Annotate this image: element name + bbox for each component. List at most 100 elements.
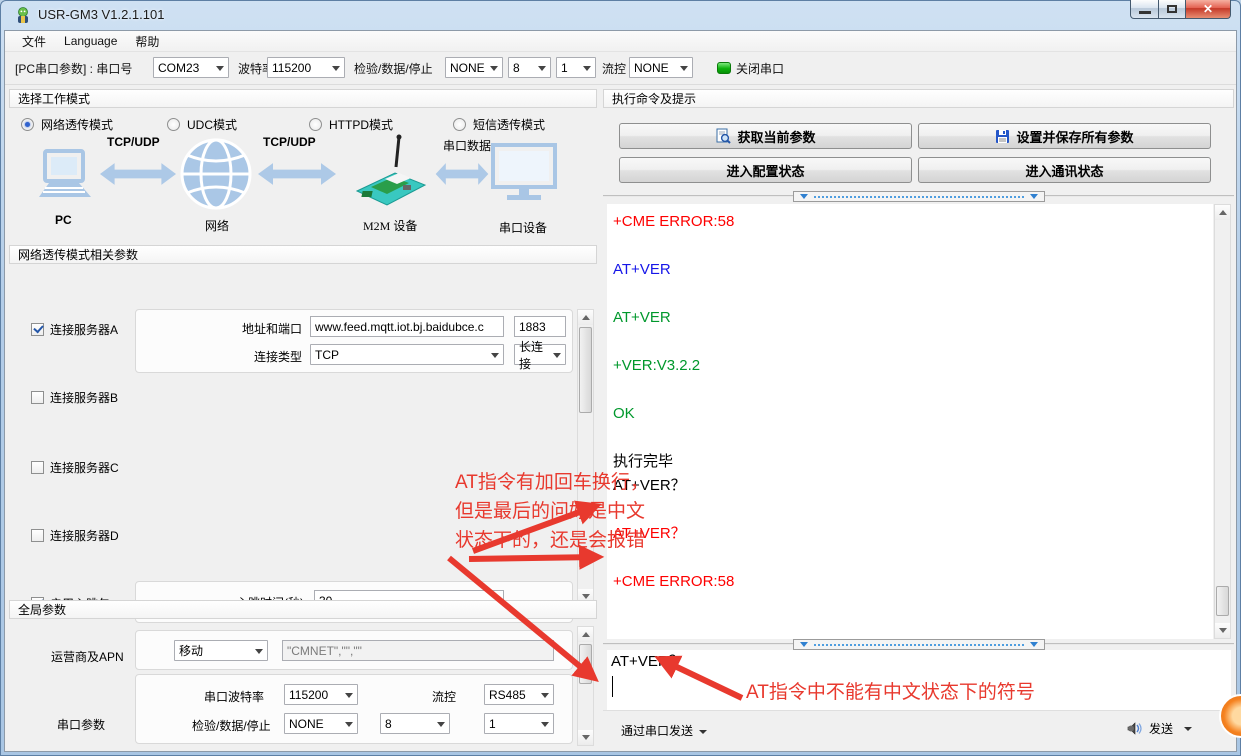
send-via-serial-dropdown[interactable]: 通过串口发送	[621, 722, 707, 739]
server-a-address-input[interactable]: www.feed.mqtt.iot.bj.baidubce.c	[310, 316, 504, 337]
chevron-down-icon	[538, 66, 546, 71]
addr-port-label: 地址和端口	[242, 320, 302, 337]
serial-flow-select[interactable]: RS485	[484, 684, 554, 705]
chevron-down-icon	[1184, 727, 1192, 731]
log-line: AT+VER	[607, 258, 1213, 282]
chevron-down-icon	[255, 649, 263, 654]
checkbox-icon	[31, 529, 44, 542]
log-line	[607, 282, 1213, 306]
radio-sms-mode[interactable]: 短信透传模式	[453, 116, 545, 133]
log-line: OK	[607, 402, 1213, 426]
serial-stopbits-select[interactable]: 1	[484, 713, 554, 734]
server-a-box: 地址和端口 www.feed.mqtt.iot.bj.baidubce.c 18…	[135, 309, 573, 373]
port-open-status-icon	[717, 62, 731, 74]
serial-flow-label: 流控	[432, 688, 456, 705]
serial-params-box: 串口波特率 115200 流控 RS485 检验/数据/停止 NONE 8 1	[135, 674, 573, 744]
arrow-pc-network-icon	[99, 161, 177, 187]
get-params-button[interactable]: 获取当前参数	[619, 123, 912, 149]
log-line	[607, 546, 1213, 570]
radio-udc-mode[interactable]: UDC模式	[167, 116, 237, 133]
checkbox-icon	[31, 391, 44, 404]
checkbox-server-b[interactable]: 连接服务器B	[31, 389, 118, 406]
checkbox-server-a[interactable]: 连接服务器A	[31, 321, 118, 338]
splitter-handle[interactable]	[793, 639, 1045, 650]
enter-comm-button[interactable]: 进入通讯状态	[918, 157, 1211, 183]
scroll-up-icon[interactable]	[578, 627, 593, 642]
serial-baud-select[interactable]: 115200	[284, 684, 358, 705]
serial-parity-label: 检验/数据/停止	[192, 717, 271, 734]
title-bar[interactable]: USR-GM3 V1.2.1.101 ✕	[0, 0, 1241, 30]
carrier-select[interactable]: 移动	[174, 640, 268, 661]
splitter-arrow-icon	[1030, 194, 1038, 199]
node-label-network: 网络	[205, 217, 229, 234]
baud-select[interactable]: 115200	[267, 57, 345, 78]
databits-select[interactable]: 8	[508, 57, 551, 78]
close-button[interactable]: ✕	[1186, 0, 1231, 19]
parity-select[interactable]: NONE	[445, 57, 503, 78]
log-scrollbar[interactable]	[1214, 204, 1231, 639]
arrow-m2m-serial-icon	[435, 161, 489, 187]
server-a-connmode-select[interactable]: 长连接	[514, 344, 566, 365]
scrollbar-thumb[interactable]	[579, 644, 592, 684]
server-a-type-select[interactable]: TCP	[310, 344, 504, 365]
close-port-button[interactable]: 关闭串口	[736, 60, 784, 78]
command-panel-header: 执行命令及提示	[603, 89, 1234, 108]
log-line: +CME ERROR:58	[607, 570, 1213, 594]
menu-help[interactable]: 帮助	[126, 31, 168, 52]
log-splitter[interactable]	[603, 193, 1234, 200]
log-output[interactable]: +CME ERROR:58 AT+VER AT+VER +VER:V3.2.2 …	[607, 204, 1213, 639]
send-button[interactable]: 发送	[1126, 720, 1192, 737]
net-params-scrollbar[interactable]	[577, 309, 594, 605]
chevron-down-icon	[216, 66, 224, 71]
apn-box: 移动 "CMNET","",""	[135, 630, 573, 670]
flow-select[interactable]: NONE	[629, 57, 693, 78]
scroll-up-icon[interactable]	[578, 310, 593, 325]
serial-parity-select[interactable]: NONE	[284, 713, 358, 734]
radio-net-transparent-mode[interactable]: 网络透传模式	[21, 116, 113, 133]
link-label-tcp-udp-1: TCP/UDP	[107, 135, 160, 149]
serial-databits-select[interactable]: 8	[380, 713, 450, 734]
log-line	[607, 330, 1213, 354]
com-port-select[interactable]: COM23	[153, 57, 229, 78]
stopbits-select[interactable]: 1	[556, 57, 596, 78]
save-params-button[interactable]: 设置并保存所有参数	[918, 123, 1211, 149]
chevron-down-icon	[490, 66, 498, 71]
checkbox-server-c[interactable]: 连接服务器C	[31, 459, 119, 476]
global-params-scrollbar[interactable]	[577, 626, 594, 746]
enter-config-button[interactable]: 进入配置状态	[619, 157, 912, 183]
scrollbar-thumb[interactable]	[1216, 586, 1229, 616]
minimize-button[interactable]	[1130, 0, 1159, 19]
global-params-header: 全局参数	[9, 600, 597, 619]
scroll-down-icon[interactable]	[1215, 623, 1230, 638]
log-line: AT+VER？	[607, 522, 1213, 546]
splitter-arrow-icon	[1030, 642, 1038, 647]
horn-icon	[1126, 721, 1144, 737]
server-a-port-input[interactable]: 1883	[514, 316, 566, 337]
text-cursor	[612, 676, 613, 697]
chevron-down-icon	[437, 722, 445, 727]
radio-httpd-mode[interactable]: HTTPD模式	[309, 116, 393, 133]
send-input-text: AT+VER？	[607, 650, 1231, 674]
link-label-tcp-udp-2: TCP/UDP	[263, 135, 316, 149]
work-mode-section: 选择工作模式 网络透传模式 UDC模式 HTTPD模式 短信透传模式 TCP/U…	[9, 89, 597, 241]
scrollbar-thumb[interactable]	[579, 327, 592, 413]
link-label-serial-data: 串口数据	[443, 137, 491, 154]
input-splitter[interactable]	[603, 641, 1234, 648]
menu-language[interactable]: Language	[55, 32, 126, 50]
log-line	[607, 234, 1213, 258]
splitter-handle[interactable]	[793, 191, 1045, 202]
menu-file[interactable]: 文件	[13, 31, 55, 52]
menu-bar: 文件 Language 帮助	[5, 31, 1236, 52]
topology-diagram: TCP/UDP TCP/UDP	[11, 133, 581, 237]
chevron-down-icon	[541, 722, 549, 727]
checkbox-server-d[interactable]: 连接服务器D	[31, 527, 119, 544]
annotation-note2: AT指令中不能有中文状态下的符号	[746, 678, 1035, 707]
splitter-arrow-icon	[800, 642, 808, 647]
scroll-down-icon[interactable]	[578, 730, 593, 745]
chevron-down-icon	[491, 353, 499, 358]
pc-serial-label: [PC串口参数] : 串口号	[15, 60, 132, 78]
scroll-up-icon[interactable]	[1215, 205, 1230, 220]
serial-params-label: 串口参数	[57, 716, 105, 733]
chevron-down-icon	[583, 66, 591, 71]
maximize-button[interactable]	[1159, 0, 1186, 19]
